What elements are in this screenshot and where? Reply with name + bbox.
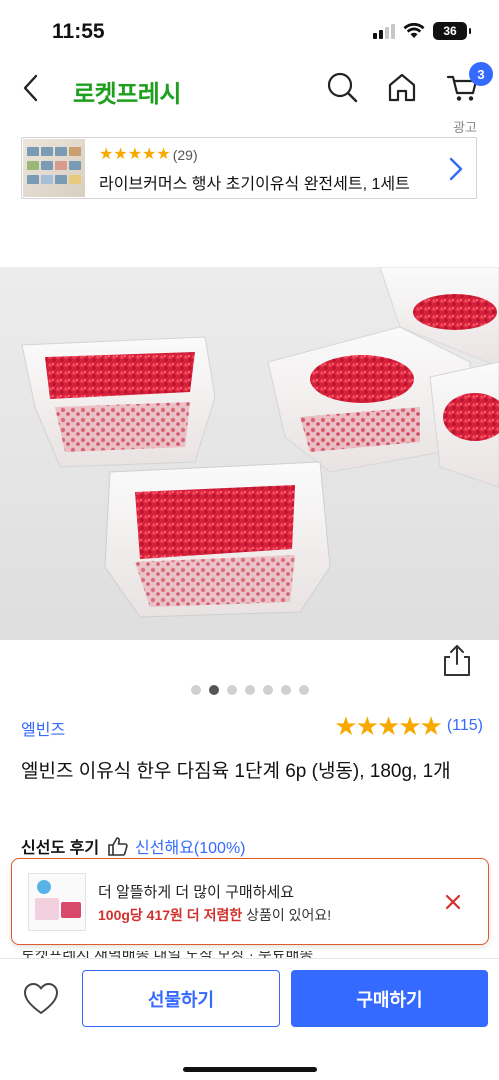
popup-subtext: 100g당 417원 더 저렴한 상품이 있어요! [98,905,331,925]
chevron-right-icon[interactable] [448,156,464,182]
freshness-label: 신선도 후기 [21,840,100,857]
status-bar: 11:55 36 [0,0,499,60]
ad-thumbnail [23,139,85,197]
pagination-dot[interactable] [298,685,309,695]
star-icon: ★ [113,146,128,163]
star-icon: ★ [398,711,421,741]
freshness-review: 신선도 후기 신선해요(100%) [21,834,246,858]
ad-title: 라이브커머스 행사 초기이유식 완전세트, 1세트 [99,176,410,193]
search-icon[interactable] [325,70,359,104]
star-icon: ★ [127,146,143,163]
pagination-dot[interactable] [262,685,273,695]
pagination-dot[interactable] [190,685,201,695]
popup-product-thumbnail [28,873,86,931]
bottom-action-bar: 선물하기 구매하기 [0,958,499,1080]
ad-banner[interactable]: ★ ★ ★ ★ ★ (29) 라이브커머스 행사 초기이유식 완전세트, 1세트 [21,137,477,199]
ad-label: 광고 [453,120,477,135]
star-icon: ★ [156,146,171,163]
popup-price-highlight: 100g당 417원 더 저렴한 [98,907,243,923]
status-time: 11:55 [52,20,105,43]
back-arrow-icon[interactable] [18,72,46,104]
upsell-popup[interactable]: 더 알뜰하게 더 많이 구매하세요 100g당 417원 더 저렴한 상품이 있… [11,858,489,945]
page-title: 로켓프레시 [73,81,181,108]
close-icon[interactable] [444,893,462,911]
gift-button[interactable]: 선물하기 [82,970,280,1027]
product-rating[interactable]: ★ ★ ★ ★ ★ (115) [334,712,483,740]
brand-link[interactable]: 엘빈즈 [21,716,65,740]
signal-icon [373,23,395,39]
popup-subtext-rest: 상품이 있어요! [242,907,332,923]
home-icon[interactable] [385,70,419,104]
thumbs-up-icon [108,837,128,856]
heart-icon[interactable] [22,981,60,1017]
popup-headline: 더 알뜰하게 더 많이 구매하세요 [98,884,295,901]
status-icons: 36 [373,22,471,40]
star-icon: ★ [99,146,114,163]
review-count[interactable]: (115) [447,717,483,735]
pagination-dot[interactable] [208,685,219,695]
ad-rating: ★ ★ ★ ★ ★ (29) [99,146,198,164]
star-icon: ★ [334,711,357,741]
pagination-dot[interactable] [226,685,237,695]
pagination-dot[interactable] [244,685,255,695]
pagination-dot[interactable] [280,685,291,695]
star-icon: ★ [419,711,443,741]
product-title: 엘빈즈 이유식 한우 다짐육 1단계 6p (냉동), 180g, 1개 [21,761,451,782]
battery-icon: 36 [433,22,471,40]
minced-beef-trays-illustration [21,267,499,618]
top-navigation: 로켓프레시 [0,60,499,120]
star-icon: ★ [376,711,400,741]
star-icon: ★ [142,146,157,163]
cart-count-badge: 3 [469,62,493,86]
freshness-value[interactable]: 신선해요(100%) [135,834,245,858]
buy-button[interactable]: 구매하기 [291,970,488,1027]
ad-rating-count: (29) [172,147,198,163]
home-indicator [183,1067,317,1072]
star-icon: ★ [355,711,379,741]
wifi-icon [403,23,425,38]
share-icon[interactable] [440,643,474,679]
product-image[interactable] [0,267,499,640]
image-pagination [0,685,499,695]
